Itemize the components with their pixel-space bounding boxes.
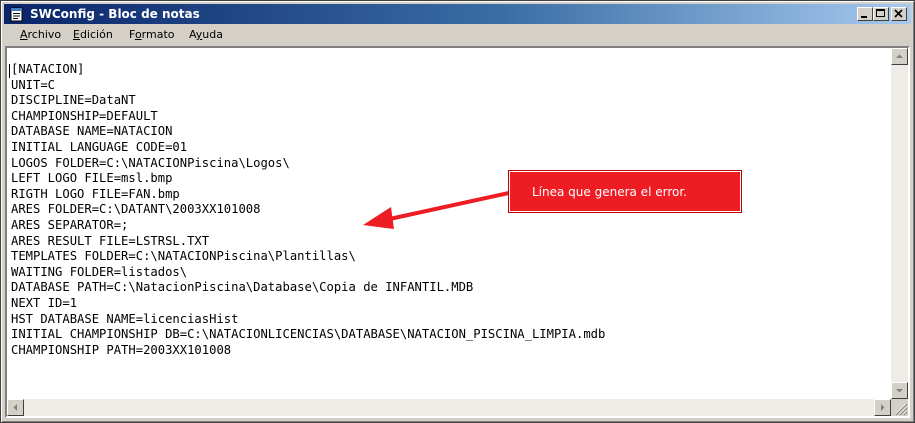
menu-archivo-accel: A (20, 28, 28, 41)
text-line: DATABASE NAME=NATACION (11, 124, 173, 139)
menu-formato-accel: o (134, 28, 142, 41)
text-line: DATABASE PATH=C:\NatacionPiscina\Databas… (11, 280, 474, 295)
text-line: TEMPLATES FOLDER=C:\NATACIONPiscina\Plan… (11, 249, 356, 264)
arrow-up-icon (896, 54, 903, 58)
text-line: NEXT ID=1 (11, 295, 78, 310)
arrow-icon (363, 191, 510, 229)
text-editor[interactable]: [NATACION] UNIT=C DISCIPLINE=DataNT CHAMPIO… (5, 46, 910, 418)
menu-edicion-accel: E (73, 28, 80, 41)
title-bar[interactable]: SWConfig - Bloc de notas (4, 4, 911, 24)
menu-archivo-rest: rchivo (27, 28, 62, 41)
close-icon (894, 9, 903, 18)
arrow-right-icon (881, 404, 885, 411)
text-line: HST DATABASE NAME=licenciasHist (11, 311, 239, 326)
menu-ayuda-pre: A (189, 28, 196, 41)
minimize-button[interactable] (857, 7, 873, 21)
close-button[interactable] (891, 7, 907, 21)
maximize-button[interactable] (873, 7, 889, 21)
minimize-icon (861, 16, 867, 18)
horizontal-scrollbar[interactable] (7, 399, 891, 416)
text-line: UNIT=C (11, 77, 56, 92)
menu-ayuda[interactable]: Ayuda (189, 28, 223, 42)
notepad-icon[interactable] (9, 6, 25, 22)
menu-ayuda-rest: uda (202, 28, 223, 41)
text-caret (9, 64, 10, 78)
scroll-down-button[interactable] (891, 382, 908, 399)
menu-formato-rest: rmato (141, 28, 175, 41)
error-callout: Línea que genera el error. (509, 171, 741, 212)
menu-edicion[interactable]: Edición (73, 28, 113, 42)
text-line: CHAMPIONSHIP=DEFAULT (11, 108, 158, 123)
menu-archivo[interactable]: Archivo (20, 28, 61, 42)
size-grip-icon (895, 403, 908, 416)
size-grip[interactable] (891, 399, 908, 416)
window-title: SWConfig - Bloc de notas (30, 7, 200, 21)
scroll-up-button[interactable] (891, 48, 908, 65)
arrow-down-icon (896, 389, 903, 393)
text-line: [NATACION] (11, 62, 85, 76)
menu-bar: Archivo Edición Formato Ayuda (4, 25, 911, 44)
text-line: INITIAL LANGUAGE CODE=01 (11, 139, 188, 154)
editor-text[interactable]: [NATACION] UNIT=C DISCIPLINE=DataNT CHAMPIO… (11, 62, 887, 402)
text-line: WAITING FOLDER=listados\ (11, 264, 188, 279)
scroll-right-button[interactable] (874, 399, 891, 416)
text-line: CHAMPIONSHIP PATH=2003XX101008 (11, 342, 232, 357)
vertical-scrollbar[interactable] (891, 48, 908, 399)
notepad-window: SWConfig - Bloc de notas Archivo Edición… (0, 0, 915, 423)
text-line: LOGOS FOLDER=C:\NATACIONPiscina\Logos\ (11, 155, 290, 170)
menu-edicion-rest: dición (79, 28, 113, 41)
scroll-left-button[interactable] (7, 399, 24, 416)
menu-formato[interactable]: Formato (129, 28, 175, 42)
arrow-left-icon (13, 404, 17, 411)
text-line: LEFT LOGO FILE=msl.bmp (11, 171, 173, 186)
text-line: ARES RESULT FILE=LSTRSL.TXT (11, 233, 210, 248)
text-line: INITIAL CHAMPIONSHIP DB=C:\NATACIONLICEN… (11, 327, 606, 342)
text-line: DISCIPLINE=DataNT (11, 93, 136, 108)
maximize-icon (876, 9, 885, 17)
